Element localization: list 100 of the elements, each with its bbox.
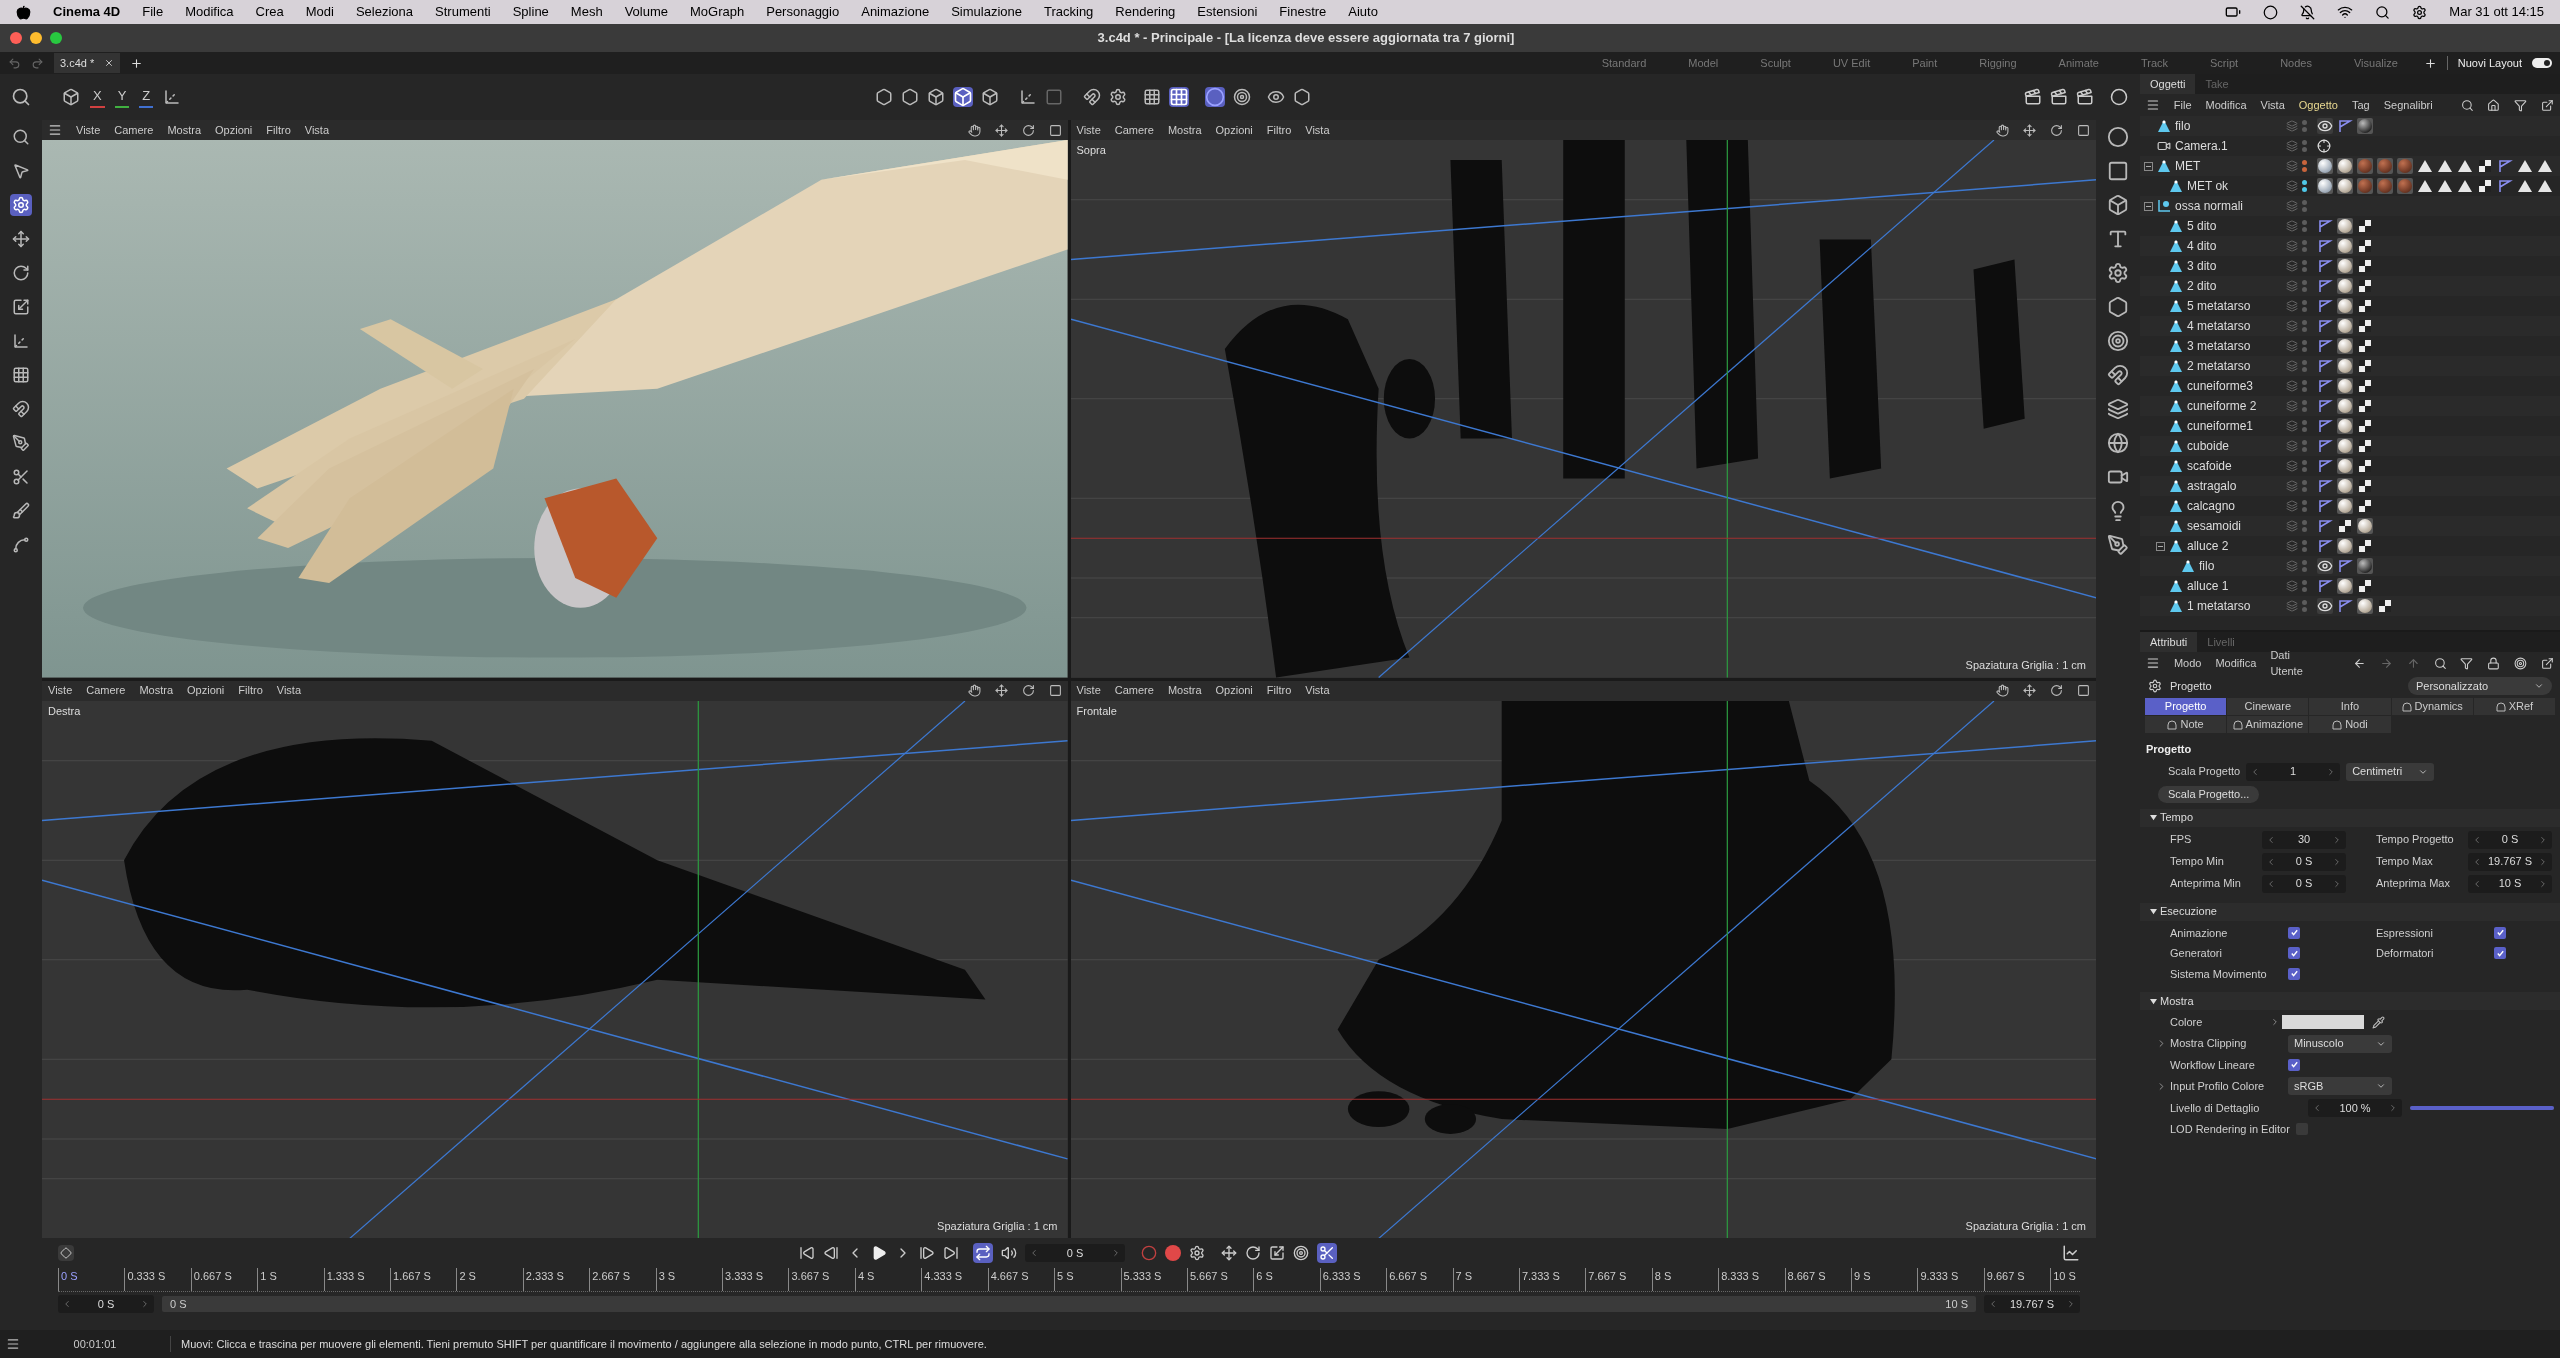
object-name[interactable]: calcagno <box>2187 497 2236 515</box>
object-name[interactable]: MET ok <box>2187 177 2229 195</box>
toggle-switch[interactable] <box>2532 58 2552 68</box>
gear-icon[interactable] <box>1108 88 1127 106</box>
object-name[interactable]: 5 dito <box>2187 217 2217 235</box>
object-name[interactable]: filo <box>2199 557 2215 575</box>
material-sphere-icon[interactable] <box>2337 278 2353 294</box>
grid-icon[interactable] <box>1142 88 1161 106</box>
menu-item[interactable]: Simulazione <box>951 2 1022 22</box>
material-sphere-icon[interactable] <box>2357 518 2373 534</box>
eye-icon[interactable] <box>2317 118 2333 134</box>
target-icon[interactable] <box>1293 1245 1309 1261</box>
gear-icon[interactable] <box>1189 1245 1205 1261</box>
layer-icon[interactable] <box>2286 320 2298 332</box>
triangle-icon[interactable] <box>2537 158 2553 174</box>
lock-icon[interactable] <box>2487 656 2501 670</box>
checker-icon[interactable] <box>2357 258 2373 274</box>
checkbox[interactable] <box>2288 947 2300 960</box>
triangle-icon[interactable] <box>2517 158 2533 174</box>
viewport-menu-item[interactable]: Filtro <box>238 682 263 699</box>
checkbox[interactable] <box>2494 947 2506 960</box>
scissors-icon[interactable] <box>1317 1243 1337 1263</box>
object-name[interactable]: 3 metatarso <box>2187 337 2251 355</box>
checker-icon[interactable] <box>2357 578 2373 594</box>
menu-item[interactable]: Strumenti <box>435 2 491 22</box>
axis-lock-button[interactable]: X <box>90 86 105 108</box>
edges-mode-icon[interactable] <box>900 88 919 106</box>
material-sphere-icon[interactable] <box>2337 338 2353 354</box>
viewport-menu-item[interactable]: Vista <box>276 682 302 699</box>
layer-icon[interactable] <box>2286 160 2298 172</box>
triangle-icon[interactable] <box>2417 158 2433 174</box>
object-name[interactable]: cuneiforme1 <box>2187 417 2254 435</box>
viewport-menu-item[interactable]: Vista <box>304 121 330 139</box>
clapperboard-icon[interactable] <box>2024 88 2042 106</box>
viewport-menu-item[interactable]: Mostra <box>1167 121 1202 139</box>
filter-icon[interactable] <box>2460 656 2474 670</box>
attribute-tab[interactable]: Info <box>2309 698 2391 715</box>
material-sphere-icon[interactable] <box>2337 298 2353 314</box>
object-name[interactable]: 1 metatarso <box>2187 597 2251 615</box>
phong-tag-icon[interactable] <box>2317 258 2333 274</box>
bell-off-icon[interactable] <box>2300 4 2316 20</box>
object-name[interactable]: 5 metatarso <box>2187 297 2251 315</box>
checker-icon[interactable] <box>2357 458 2373 474</box>
phong-tag-icon[interactable] <box>2317 238 2333 254</box>
material-sphere-icon[interactable] <box>2337 318 2353 334</box>
circle-icon[interactable] <box>2263 4 2279 20</box>
search-icon[interactable] <box>2460 98 2474 112</box>
record-icon[interactable] <box>1141 1245 1157 1261</box>
previous-key-icon[interactable] <box>823 1245 839 1261</box>
hexagon-icon[interactable] <box>2107 296 2129 318</box>
triangle-icon[interactable] <box>2517 178 2533 194</box>
checkbox[interactable] <box>2288 1058 2300 1071</box>
pan-icon[interactable] <box>967 684 981 697</box>
preview-range-bar[interactable]: 0 S 10 S <box>162 1296 1976 1312</box>
unit-dropdown[interactable]: Centimetri <box>2346 762 2435 781</box>
attribute-tab[interactable]: XRef <box>2473 698 2555 715</box>
layout-tab[interactable]: Sculpt <box>1744 54 1807 72</box>
disclosure-triangle-icon[interactable] <box>2150 997 2157 1005</box>
points-mode-icon[interactable] <box>874 88 893 106</box>
triangle-icon[interactable] <box>2457 158 2473 174</box>
model-mode-icon[interactable] <box>952 87 973 107</box>
go-to-end-icon[interactable] <box>943 1245 959 1261</box>
globe-icon[interactable] <box>2107 432 2129 454</box>
phong-tag-icon[interactable] <box>2317 358 2333 374</box>
layout-tab[interactable]: Animate <box>2042 54 2115 72</box>
phong-tag-icon[interactable] <box>2317 478 2333 494</box>
material-sphere-icon[interactable] <box>2337 238 2353 254</box>
redo-icon[interactable] <box>31 56 44 70</box>
viewport-menu-item[interactable]: Vista <box>1305 682 1330 699</box>
axis-icon[interactable] <box>1018 88 1037 106</box>
checker-icon[interactable] <box>2357 318 2373 334</box>
layer-icon[interactable] <box>2286 520 2298 532</box>
checker-icon[interactable] <box>2357 478 2373 494</box>
pan-icon[interactable] <box>967 123 981 137</box>
material-sphere-icon[interactable] <box>2337 538 2353 554</box>
checker-icon[interactable] <box>2477 178 2493 194</box>
phong-tag-icon[interactable] <box>2317 338 2333 354</box>
object-name[interactable]: astragalo <box>2187 477 2237 495</box>
triangle-icon[interactable] <box>2437 178 2453 194</box>
apple-logo-icon[interactable] <box>16 4 31 20</box>
menu-item[interactable]: Finestre <box>1279 2 1327 22</box>
circle-icon[interactable] <box>1204 87 1225 107</box>
preset-dropdown[interactable]: Personalizzato <box>2408 677 2552 695</box>
panel-tab[interactable]: Attributi <box>2140 632 2198 652</box>
viewport-menu-item[interactable]: Mostra <box>139 682 173 699</box>
material-sphere-icon[interactable] <box>2337 458 2353 474</box>
layout-tab[interactable]: Nodes <box>2264 54 2328 72</box>
menu-item[interactable]: Aiuto <box>1348 2 1378 22</box>
material-sphere-icon[interactable] <box>2337 578 2353 594</box>
undock-icon[interactable] <box>2541 656 2555 670</box>
circle-icon[interactable] <box>2107 126 2129 148</box>
menu-item[interactable]: Modifica <box>185 2 234 22</box>
viewport-menu-item[interactable]: Camere <box>1114 682 1154 699</box>
triangle-icon[interactable] <box>2417 178 2433 194</box>
menu-item[interactable]: Tracking <box>1044 2 1094 22</box>
app-menu[interactable]: Cinema 4D <box>53 2 121 22</box>
object-name[interactable]: 4 dito <box>2187 237 2217 255</box>
cube-icon[interactable] <box>2107 194 2129 216</box>
phong-tag-icon[interactable] <box>2317 298 2333 314</box>
viewport-menu-item[interactable]: Opzioni <box>1215 682 1253 699</box>
